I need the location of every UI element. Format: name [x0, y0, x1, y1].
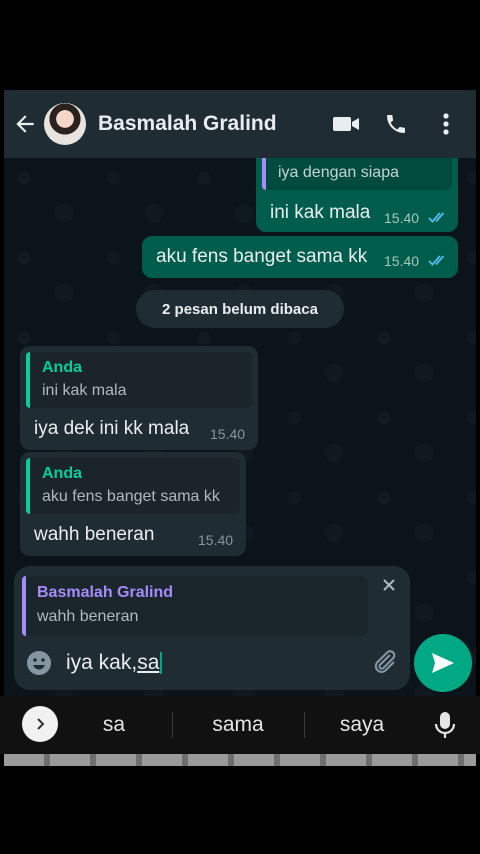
- close-icon[interactable]: [378, 574, 400, 596]
- quote-text: iya dengan siapa: [278, 164, 399, 181]
- message-composer: Basmalah Gralind wahh beneran iya kak,sa: [14, 566, 410, 690]
- message-bubble-incoming[interactable]: Anda aku fens banget sama kk wahh benera…: [20, 452, 246, 556]
- quote-text: aku fens banget sama kk: [42, 488, 220, 505]
- message-bubble-outgoing[interactable]: iya dengan siapa ini kak mala 15.40: [256, 158, 458, 232]
- text-caret: [160, 652, 163, 675]
- reply-author: Basmalah Gralind: [37, 584, 174, 601]
- send-button[interactable]: [414, 634, 472, 692]
- expand-arrow-icon[interactable]: [22, 706, 58, 742]
- reply-text: wahh beneran: [37, 608, 139, 625]
- divider: [304, 712, 305, 738]
- message-text: wahh beneran: [34, 524, 155, 545]
- message-input[interactable]: iya kak,sa: [66, 646, 356, 680]
- reply-preview: Basmalah Gralind wahh beneran: [22, 576, 368, 636]
- emoji-icon[interactable]: [26, 650, 52, 676]
- message-text: iya dek ini kk mala: [34, 418, 190, 439]
- message-bubble-outgoing[interactable]: aku fens banget sama kk 15.40: [142, 236, 458, 278]
- video-call-icon[interactable]: [332, 110, 360, 138]
- divider: [172, 712, 173, 738]
- unread-messages-banner: 2 pesan belum dibaca: [136, 290, 344, 328]
- keyboard-keys-row[interactable]: [4, 754, 476, 766]
- back-arrow-icon[interactable]: [10, 109, 40, 139]
- suggestion-item[interactable]: sama: [176, 696, 300, 754]
- quote-bar: [22, 576, 26, 636]
- more-vert-icon[interactable]: [432, 110, 460, 138]
- contact-name[interactable]: Basmalah Gralind: [98, 112, 332, 136]
- phone-icon[interactable]: [382, 110, 410, 138]
- message-time: 15.40: [210, 426, 246, 442]
- quoted-message[interactable]: Anda aku fens banget sama kk: [26, 458, 240, 514]
- message-text: ini kak mala: [270, 202, 371, 223]
- quote-author: Anda: [42, 465, 82, 482]
- quoted-message[interactable]: Anda ini kak mala: [26, 352, 252, 408]
- message-time: 15.40: [384, 210, 420, 226]
- quote-bar: [26, 352, 30, 408]
- message-bubble-incoming[interactable]: Anda ini kak mala iya dek ini kk mala 15…: [20, 346, 258, 450]
- quote-bar: [26, 458, 30, 514]
- input-text: iya kak,: [66, 651, 138, 674]
- read-ticks-icon: [428, 210, 448, 229]
- keyboard-suggestion-bar: sa sama saya: [0, 696, 480, 754]
- chat-header: Basmalah Gralind: [4, 90, 476, 158]
- keyboard-area: [0, 754, 480, 854]
- avatar[interactable]: [44, 103, 86, 145]
- quoted-message[interactable]: iya dengan siapa: [262, 158, 452, 190]
- quote-bar: [262, 158, 266, 190]
- suggestion-item[interactable]: saya: [308, 696, 416, 754]
- status-bar-area: [0, 0, 480, 90]
- quote-text: ini kak mala: [42, 382, 127, 399]
- read-ticks-icon: [428, 253, 448, 272]
- message-time: 15.40: [198, 532, 234, 548]
- chat-area[interactable]: iya dengan siapa ini kak mala 15.40 aku …: [4, 158, 476, 696]
- mic-icon[interactable]: [432, 710, 460, 740]
- input-composing-text: sa: [137, 651, 160, 674]
- quote-author: Anda: [42, 359, 82, 376]
- attach-icon[interactable]: [370, 648, 398, 676]
- send-icon: [432, 653, 454, 673]
- suggestion-item[interactable]: sa: [60, 696, 168, 754]
- message-time: 15.40: [384, 253, 420, 269]
- message-text: aku fens banget sama kk: [156, 246, 368, 267]
